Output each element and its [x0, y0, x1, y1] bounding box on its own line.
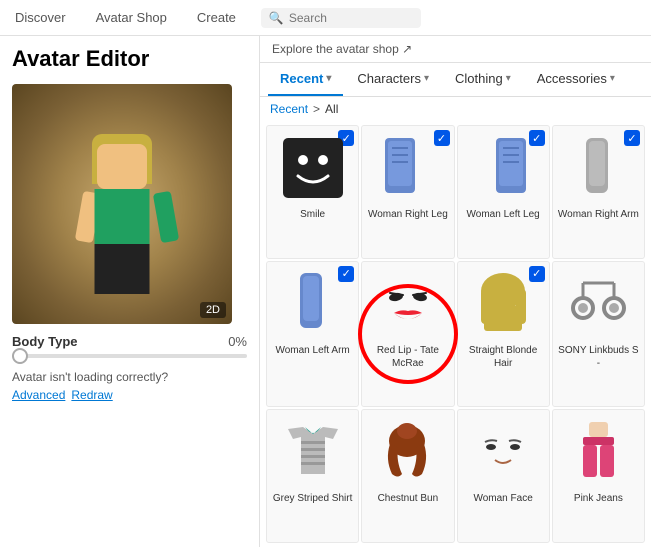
item-name-sony-linkbuds: SONY Linkbuds S -	[557, 344, 640, 370]
left-panel: Avatar Editor 2D Body Type 0% Avatar isn…	[0, 36, 260, 547]
explore-text[interactable]: Explore the avatar shop ↗	[272, 42, 412, 56]
item-img-woman-left-leg	[468, 130, 538, 205]
item-img-woman-right-arm	[563, 130, 633, 205]
explore-bar[interactable]: Explore the avatar shop ↗	[260, 36, 651, 63]
body-type-pct: 0%	[228, 334, 247, 349]
item-img-smile	[278, 130, 348, 205]
error-message: Avatar isn't loading correctly?	[12, 370, 247, 384]
search-input[interactable]	[289, 11, 413, 25]
nav-discover[interactable]: Discover	[10, 10, 71, 25]
item-name-red-lip: Red Lip - Tate McRae	[366, 344, 449, 370]
grid-item-straight-blonde[interactable]: ✓ Straight Blonde Hair	[457, 261, 550, 408]
item-img-pink-jeans	[563, 414, 633, 489]
item-name-woman-right-leg: Woman Right Leg	[368, 208, 448, 221]
grid-item-woman-left-leg[interactable]: ✓ Woman Left Leg	[457, 125, 550, 259]
slider-thumb[interactable]	[12, 348, 28, 364]
tab-characters-chevron: ▾	[424, 73, 429, 84]
item-img-woman-right-leg	[373, 130, 443, 205]
nav-create[interactable]: Create	[192, 10, 241, 25]
tab-recent[interactable]: Recent ▾	[268, 63, 343, 96]
grid-item-sony-linkbuds[interactable]: SONY Linkbuds S -	[552, 261, 645, 408]
grid-item-woman-left-arm[interactable]: ✓ Woman Left Arm	[266, 261, 359, 408]
straight-blonde-hair-svg	[476, 271, 531, 336]
avatar-head	[97, 144, 147, 189]
redraw-button[interactable]: Redraw	[71, 388, 112, 402]
avatar-preview: 2D	[12, 84, 232, 324]
woman-left-arm-svg	[285, 268, 340, 338]
grey-striped-svg	[283, 419, 343, 484]
chestnut-bun-svg	[380, 419, 435, 484]
tab-characters-label: Characters	[357, 71, 421, 86]
grid-item-red-lip[interactable]: Red Lip - Tate McRae	[361, 261, 454, 408]
tab-characters[interactable]: Characters ▾	[345, 63, 441, 96]
breadcrumb-current: All	[325, 102, 338, 116]
grid-item-grey-striped[interactable]: Grey Striped Shirt	[266, 409, 359, 543]
breadcrumb: Recent > All	[260, 97, 651, 121]
grid-item-smile[interactable]: ✓ Smile	[266, 125, 359, 259]
avatar-legs	[95, 244, 150, 294]
woman-left-leg-svg	[476, 133, 531, 203]
item-name-straight-blonde: Straight Blonde Hair	[462, 344, 545, 370]
page-title: Avatar Editor	[12, 46, 247, 72]
tab-recent-chevron: ▾	[326, 73, 331, 84]
item-img-grey-striped	[278, 414, 348, 489]
woman-face-svg	[473, 422, 533, 482]
grid-item-woman-right-leg[interactable]: ✓ Woman Right Leg	[361, 125, 454, 259]
item-name-pink-jeans: Pink Jeans	[574, 492, 623, 505]
breadcrumb-sep: >	[313, 102, 320, 116]
pink-jeans-svg	[571, 417, 626, 487]
tab-recent-label: Recent	[280, 71, 323, 86]
item-img-woman-face	[468, 414, 538, 489]
items-grid: ✓ Smile ✓	[260, 121, 651, 547]
item-name-smile: Smile	[300, 208, 325, 221]
item-name-grey-striped: Grey Striped Shirt	[273, 492, 352, 505]
search-icon: 🔍	[269, 11, 284, 25]
tab-accessories-label: Accessories	[537, 71, 607, 86]
woman-right-leg-svg	[380, 133, 435, 203]
top-nav: Discover Avatar Shop Create 🔍	[0, 0, 651, 36]
smile-face-svg	[283, 138, 343, 198]
tab-accessories-chevron: ▾	[610, 73, 615, 84]
nav-avatar-shop[interactable]: Avatar Shop	[91, 10, 172, 25]
item-img-red-lip	[373, 266, 443, 341]
tab-clothing[interactable]: Clothing ▾	[443, 63, 523, 96]
body-type-row: Body Type 0%	[12, 334, 247, 349]
avatar-figure	[57, 124, 187, 324]
tab-clothing-label: Clothing	[455, 71, 503, 86]
right-panel: Explore the avatar shop ↗ Recent ▾ Chara…	[260, 36, 651, 547]
sony-linkbuds-svg	[571, 273, 626, 333]
item-name-woman-left-leg: Woman Left Leg	[467, 208, 540, 221]
item-img-straight-blonde	[468, 266, 538, 341]
grid-item-chestnut-bun[interactable]: Chestnut Bun	[361, 409, 454, 543]
item-name-woman-left-arm: Woman Left Arm	[275, 344, 349, 357]
body-type-label: Body Type	[12, 334, 78, 349]
avatar-2d-badge: 2D	[200, 302, 226, 318]
tab-accessories[interactable]: Accessories ▾	[525, 63, 627, 96]
item-img-sony-linkbuds	[563, 266, 633, 341]
main-layout: Avatar Editor 2D Body Type 0% Avatar isn…	[0, 36, 651, 547]
item-name-woman-right-arm: Woman Right Arm	[558, 208, 639, 221]
advanced-redraw-row: Advanced Redraw	[12, 388, 247, 402]
slider-container[interactable]	[12, 354, 247, 358]
grid-item-woman-face[interactable]: Woman Face	[457, 409, 550, 543]
red-lip-svg	[378, 273, 438, 333]
grid-item-pink-jeans[interactable]: Pink Jeans	[552, 409, 645, 543]
tab-clothing-chevron: ▾	[506, 73, 511, 84]
avatar-body	[95, 189, 150, 249]
slider-track[interactable]	[12, 354, 247, 358]
item-name-chestnut-bun: Chestnut Bun	[378, 492, 439, 505]
item-img-chestnut-bun	[373, 414, 443, 489]
advanced-button[interactable]: Advanced	[12, 388, 65, 402]
item-name-woman-face: Woman Face	[473, 492, 532, 505]
breadcrumb-parent[interactable]: Recent	[270, 102, 308, 116]
item-img-woman-left-arm	[278, 266, 348, 341]
woman-right-arm-svg	[571, 133, 626, 203]
search-bar[interactable]: 🔍	[261, 8, 421, 28]
avatar-arm-right	[153, 191, 179, 243]
grid-item-woman-right-arm[interactable]: ✓ Woman Right Arm	[552, 125, 645, 259]
tabs-row: Recent ▾ Characters ▾ Clothing ▾ Accesso…	[260, 63, 651, 97]
